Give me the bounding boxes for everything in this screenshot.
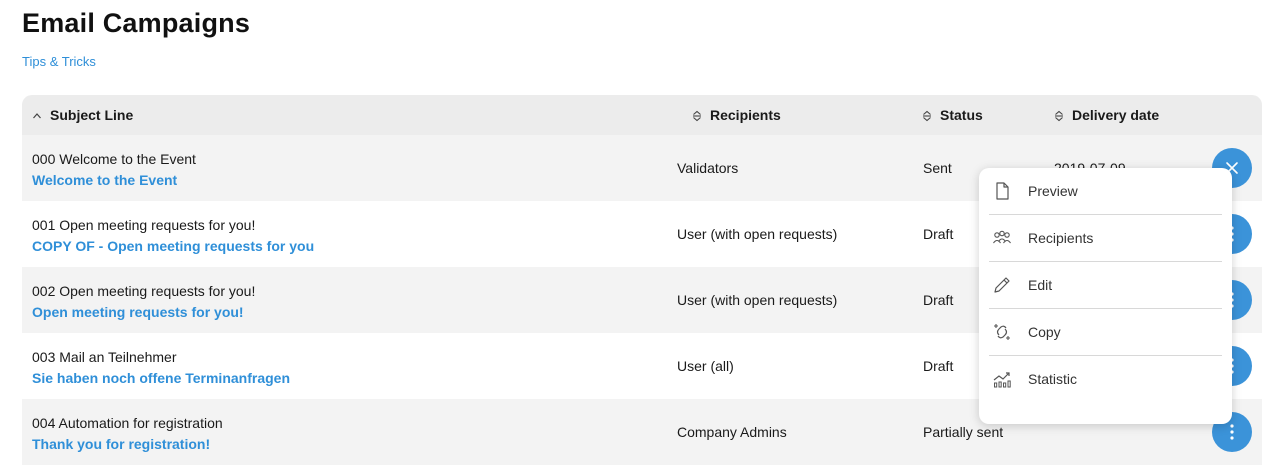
column-header-label: Status bbox=[940, 107, 983, 123]
subject-title: 001 Open meeting requests for you! bbox=[32, 217, 256, 233]
subject-cell: 002 Open meeting requests for you! Open … bbox=[32, 282, 255, 321]
column-header-subject-line[interactable]: Subject Line bbox=[32, 95, 133, 135]
menu-item-label: Copy bbox=[1028, 324, 1061, 340]
column-header-label: Delivery date bbox=[1072, 107, 1160, 123]
menu-item-edit[interactable]: Edit bbox=[989, 262, 1222, 309]
column-header-recipients[interactable]: Recipients bbox=[692, 95, 781, 135]
chart-icon bbox=[991, 368, 1013, 390]
pencil-icon bbox=[991, 274, 1013, 296]
status-cell: Draft bbox=[923, 358, 954, 374]
column-header-status[interactable]: Status bbox=[922, 95, 983, 135]
tips-and-tricks-link[interactable]: Tips & Tricks bbox=[22, 54, 96, 69]
subject-title: 002 Open meeting requests for you! bbox=[32, 283, 256, 299]
subject-link[interactable]: Open meeting requests for you! bbox=[32, 303, 255, 321]
page-title: Email Campaigns bbox=[22, 8, 251, 38]
menu-item-recipients[interactable]: Recipients bbox=[989, 215, 1222, 262]
recipients-cell: User (all) bbox=[677, 358, 734, 374]
users-icon bbox=[991, 227, 1013, 249]
subject-cell: 004 Automation for registration Thank yo… bbox=[32, 414, 223, 453]
menu-item-label: Edit bbox=[1028, 277, 1053, 293]
recipients-cell: Company Admins bbox=[677, 424, 787, 440]
table-header: Subject Line Recipients Status Delivery … bbox=[22, 95, 1262, 135]
recipients-cell: Validators bbox=[677, 160, 739, 176]
subject-cell: 001 Open meeting requests for you! COPY … bbox=[32, 216, 314, 255]
status-cell: Draft bbox=[923, 226, 954, 242]
menu-item-statistic[interactable]: Statistic bbox=[989, 356, 1222, 402]
document-icon bbox=[991, 180, 1013, 202]
subject-title: 004 Automation for registration bbox=[32, 415, 223, 431]
status-cell: Sent bbox=[923, 160, 952, 176]
subject-link[interactable]: COPY OF - Open meeting requests for you bbox=[32, 237, 314, 255]
subject-link[interactable]: Sie haben noch offene Terminanfragen bbox=[32, 369, 290, 387]
column-header-delivery-date[interactable]: Delivery date bbox=[1054, 95, 1159, 135]
menu-item-preview[interactable]: Preview bbox=[989, 168, 1222, 215]
menu-item-label: Statistic bbox=[1028, 371, 1078, 387]
subject-cell: 003 Mail an Teilnehmer Sie haben noch of… bbox=[32, 348, 290, 387]
subject-link[interactable]: Welcome to the Event bbox=[32, 171, 196, 189]
recipients-cell: User (with open requests) bbox=[677, 226, 838, 242]
status-cell: Draft bbox=[923, 292, 954, 308]
sort-both-icon bbox=[922, 110, 934, 122]
subject-cell: 000 Welcome to the Event Welcome to the … bbox=[32, 150, 196, 189]
column-header-label: Subject Line bbox=[50, 107, 134, 123]
sort-ascending-icon bbox=[32, 111, 44, 121]
subject-title: 003 Mail an Teilnehmer bbox=[32, 349, 177, 365]
row-actions-menu: Preview Recipients Edit Copy Statistic bbox=[979, 168, 1232, 424]
menu-item-copy[interactable]: Copy bbox=[989, 309, 1222, 356]
column-header-label: Recipients bbox=[710, 107, 781, 123]
sort-both-icon bbox=[1054, 110, 1066, 122]
menu-item-label: Preview bbox=[1028, 183, 1078, 199]
recipients-cell: User (with open requests) bbox=[677, 292, 838, 308]
menu-item-label: Recipients bbox=[1028, 230, 1094, 246]
copy-icon bbox=[991, 321, 1013, 343]
sort-both-icon bbox=[692, 110, 704, 122]
subject-title: 000 Welcome to the Event bbox=[32, 151, 196, 167]
